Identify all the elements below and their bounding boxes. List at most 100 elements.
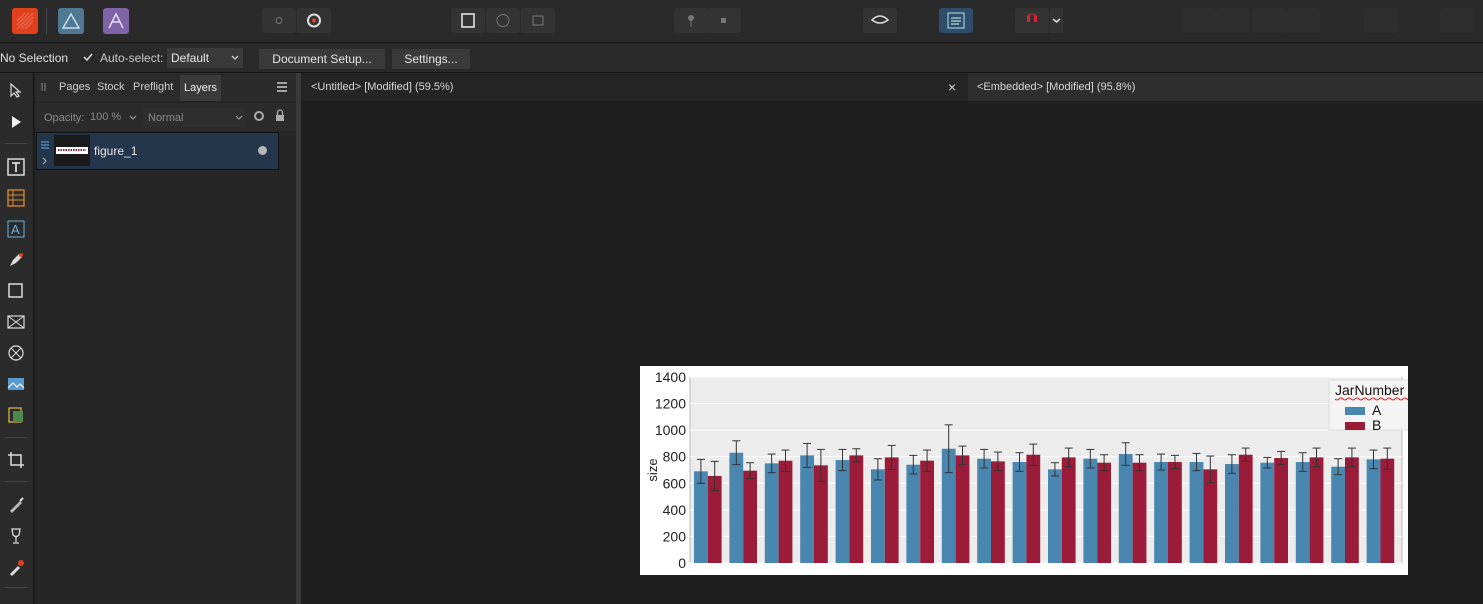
snapping-magnet-icon[interactable]: [1015, 8, 1049, 33]
expand-chevron-icon[interactable]: [41, 152, 49, 170]
chevron-down-icon[interactable]: [129, 113, 137, 125]
bar-b: [1309, 457, 1324, 563]
document-tabs: <Untitled> [Modified] (59.5%) × <Embedde…: [302, 73, 1483, 101]
blend-mode-dropdown[interactable]: Normal: [143, 108, 245, 127]
bar-a: [1012, 462, 1027, 563]
chart-figure[interactable]: 0 200 400 600 800 1000 1200 1400 size JarNumber A B: [640, 366, 1408, 575]
layer-controls: Opacity: 100 % Normal: [35, 103, 296, 131]
tools-panel: A: [0, 73, 34, 604]
bar-a: [1118, 454, 1133, 563]
close-icon[interactable]: ×: [948, 73, 956, 101]
bar-a: [1260, 462, 1275, 563]
bar-b: [920, 460, 935, 563]
bar-a: [764, 463, 779, 563]
bar-a: [977, 458, 992, 563]
blend-mode-value: Normal: [148, 112, 184, 124]
spread-icon[interactable]: [451, 8, 485, 33]
photo-persona-icon[interactable]: [103, 8, 129, 34]
legend-swatch-b: [1345, 422, 1365, 430]
bar-a: [729, 452, 744, 563]
disabled-tool-icon: [1364, 8, 1398, 33]
place-icon[interactable]: [262, 8, 296, 33]
y-tick-label: 800: [663, 449, 687, 465]
preview-icon[interactable]: [863, 8, 897, 33]
transparency-tool-icon[interactable]: [3, 523, 29, 549]
table-tool-icon[interactable]: [3, 185, 29, 211]
color-picker-tool-icon[interactable]: [3, 554, 29, 580]
picture-frame-tool-icon[interactable]: [3, 309, 29, 335]
auto-select-value: Default: [171, 51, 210, 65]
place-image-tool-icon[interactable]: [3, 402, 29, 428]
main-toolbar: [0, 0, 1483, 43]
visibility-dot-icon[interactable]: [258, 146, 267, 155]
panel-divider[interactable]: [296, 73, 301, 604]
tab-preflight[interactable]: Preflight: [133, 81, 173, 93]
chevron-down-icon: [231, 55, 239, 60]
tab-pages[interactable]: Pages: [59, 81, 90, 93]
move-tool-icon[interactable]: [3, 77, 29, 103]
designer-persona-icon[interactable]: [58, 8, 84, 34]
legend-label-a: A: [1372, 402, 1382, 418]
bar-b: [1026, 454, 1041, 563]
studio-panel: Pages Stock Preflight Layers Opacity: 10…: [35, 73, 296, 604]
pen-tool-icon[interactable]: [3, 247, 29, 273]
bar-b: [743, 470, 758, 563]
rectangle-tool-icon[interactable]: [3, 278, 29, 304]
square-icon[interactable]: [521, 8, 555, 33]
bar-a: [835, 460, 850, 563]
bar-b: [1380, 458, 1395, 563]
bar-b: [1203, 469, 1218, 563]
auto-select-checkbox[interactable]: [82, 51, 94, 63]
document-setup-button[interactable]: Document Setup...: [258, 48, 386, 70]
text-frame-icon[interactable]: [939, 8, 973, 33]
bar-b: [1061, 457, 1076, 563]
ellipse-frame-tool-icon[interactable]: [3, 340, 29, 366]
panel-tabs: Pages Stock Preflight Layers: [35, 73, 296, 101]
opacity-label: Opacity:: [44, 112, 85, 124]
legend-label-b: B: [1372, 417, 1381, 433]
tab-stock[interactable]: Stock: [97, 81, 125, 93]
node-tool-icon[interactable]: [3, 109, 29, 135]
crop-tool-icon[interactable]: [3, 447, 29, 473]
panel-menu-icon[interactable]: [276, 81, 288, 93]
pin-icon[interactable]: [674, 8, 708, 33]
bar-b: [1238, 454, 1253, 563]
layer-thumbnail: [54, 135, 90, 166]
bar-b: [884, 457, 899, 563]
settings-button[interactable]: Settings...: [391, 48, 471, 70]
gear-icon[interactable]: [253, 110, 265, 125]
y-tick-label: 1400: [655, 369, 686, 385]
grip-icon[interactable]: [41, 81, 47, 93]
disabled-tool-icon: [1252, 8, 1286, 33]
opacity-value[interactable]: 100 %: [90, 111, 121, 123]
bar-b: [1345, 457, 1359, 563]
document-canvas[interactable]: 0 200 400 600 800 1000 1200 1400 size JarNumber A B: [302, 101, 1483, 604]
bar-a: [1154, 462, 1169, 563]
settings-cog-icon[interactable]: [297, 8, 331, 33]
y-tick-label: 0: [678, 555, 686, 571]
y-tick-label: 200: [663, 528, 687, 544]
tab-layers[interactable]: Layers: [180, 75, 222, 101]
bar-a: [1083, 458, 1098, 563]
bar-a: [906, 464, 921, 563]
fill-tool-icon[interactable]: [3, 492, 29, 518]
y-tick-label: 600: [663, 475, 687, 491]
publisher-persona-icon[interactable]: [12, 8, 38, 34]
tab-embedded[interactable]: <Embedded> [Modified] (95.8%): [968, 73, 1483, 101]
tab-untitled[interactable]: <Untitled> [Modified] (59.5%) ×: [302, 73, 967, 101]
lock-icon[interactable]: [275, 109, 285, 125]
layer-row[interactable]: figure_1: [36, 132, 279, 170]
artistic-text-tool-icon[interactable]: A: [3, 216, 29, 242]
text-frame-tool-icon[interactable]: [3, 154, 29, 180]
circle-icon[interactable]: [486, 8, 520, 33]
dot-icon[interactable]: [707, 8, 741, 33]
bar-a: [1048, 469, 1062, 563]
image-tool-icon[interactable]: [3, 371, 29, 397]
bar-chart: 0 200 400 600 800 1000 1200 1400 size JarNumber AB: [645, 369, 1408, 571]
y-tick-label: 1200: [655, 396, 686, 412]
dropdown-chevron-icon[interactable]: [1050, 8, 1063, 33]
bar-b: [1274, 458, 1289, 563]
bar-b: [955, 455, 970, 563]
auto-select-dropdown[interactable]: Default: [167, 48, 243, 68]
y-axis-label: size: [645, 458, 660, 481]
